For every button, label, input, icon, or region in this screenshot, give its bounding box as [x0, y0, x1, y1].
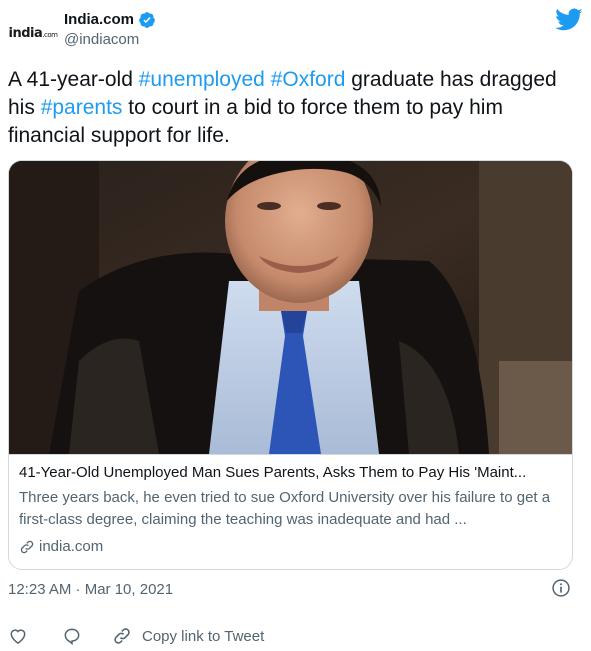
tweet-text: A 41-year-old #unemployed #Oxford gradua… — [8, 66, 578, 150]
action-bar: Copy link to Tweet — [8, 624, 264, 648]
display-name[interactable]: India.com — [64, 10, 156, 30]
display-name-text[interactable]: India.com — [64, 10, 134, 30]
tweet-text-part: A 41-year-old — [8, 68, 139, 91]
info-icon[interactable] — [551, 578, 571, 598]
card-photo — [9, 161, 572, 454]
reply-button[interactable] — [62, 626, 82, 646]
card-image[interactable] — [9, 161, 572, 454]
copy-link-button[interactable]: Copy link to Tweet — [112, 626, 264, 646]
card-domain[interactable]: india.com — [19, 537, 562, 557]
tweet-embed: india.com India.com @indiacom A 41-year-… — [0, 0, 591, 651]
copy-link-label[interactable]: Copy link to Tweet — [142, 628, 264, 645]
like-button[interactable] — [8, 626, 28, 646]
copy-link-icon — [114, 628, 130, 644]
hashtag-unemployed[interactable]: #unemployed — [139, 68, 265, 91]
card-description: Three years back, he even tried to sue O… — [19, 489, 551, 528]
hashtag-oxford[interactable]: #Oxford — [271, 68, 346, 91]
timestamp[interactable]: 12:23 AM · Mar 10, 2021 — [8, 580, 173, 600]
card-body[interactable]: 41-Year-Old Unemployed Man Sues Parents,… — [9, 454, 572, 569]
link-card[interactable]: 41-Year-Old Unemployed Man Sues Parents,… — [8, 160, 573, 570]
avatar-logo: india.com — [8, 25, 58, 41]
card-title[interactable]: 41-Year-Old Unemployed Man Sues Parents,… — [19, 463, 562, 483]
link-icon — [20, 540, 34, 554]
heart-icon — [10, 629, 26, 644]
verified-badge-icon — [139, 12, 155, 28]
hashtag-parents[interactable]: #parents — [41, 96, 123, 119]
tweet-header: india.com India.com @indiacom — [8, 6, 583, 58]
avatar[interactable]: india.com — [8, 8, 58, 58]
twitter-bird-icon[interactable] — [555, 8, 583, 32]
account-handle[interactable]: @indiacom — [64, 30, 156, 50]
reply-icon — [64, 628, 80, 646]
card-domain-text[interactable]: india.com — [39, 537, 103, 557]
account-names: India.com @indiacom — [64, 10, 156, 50]
